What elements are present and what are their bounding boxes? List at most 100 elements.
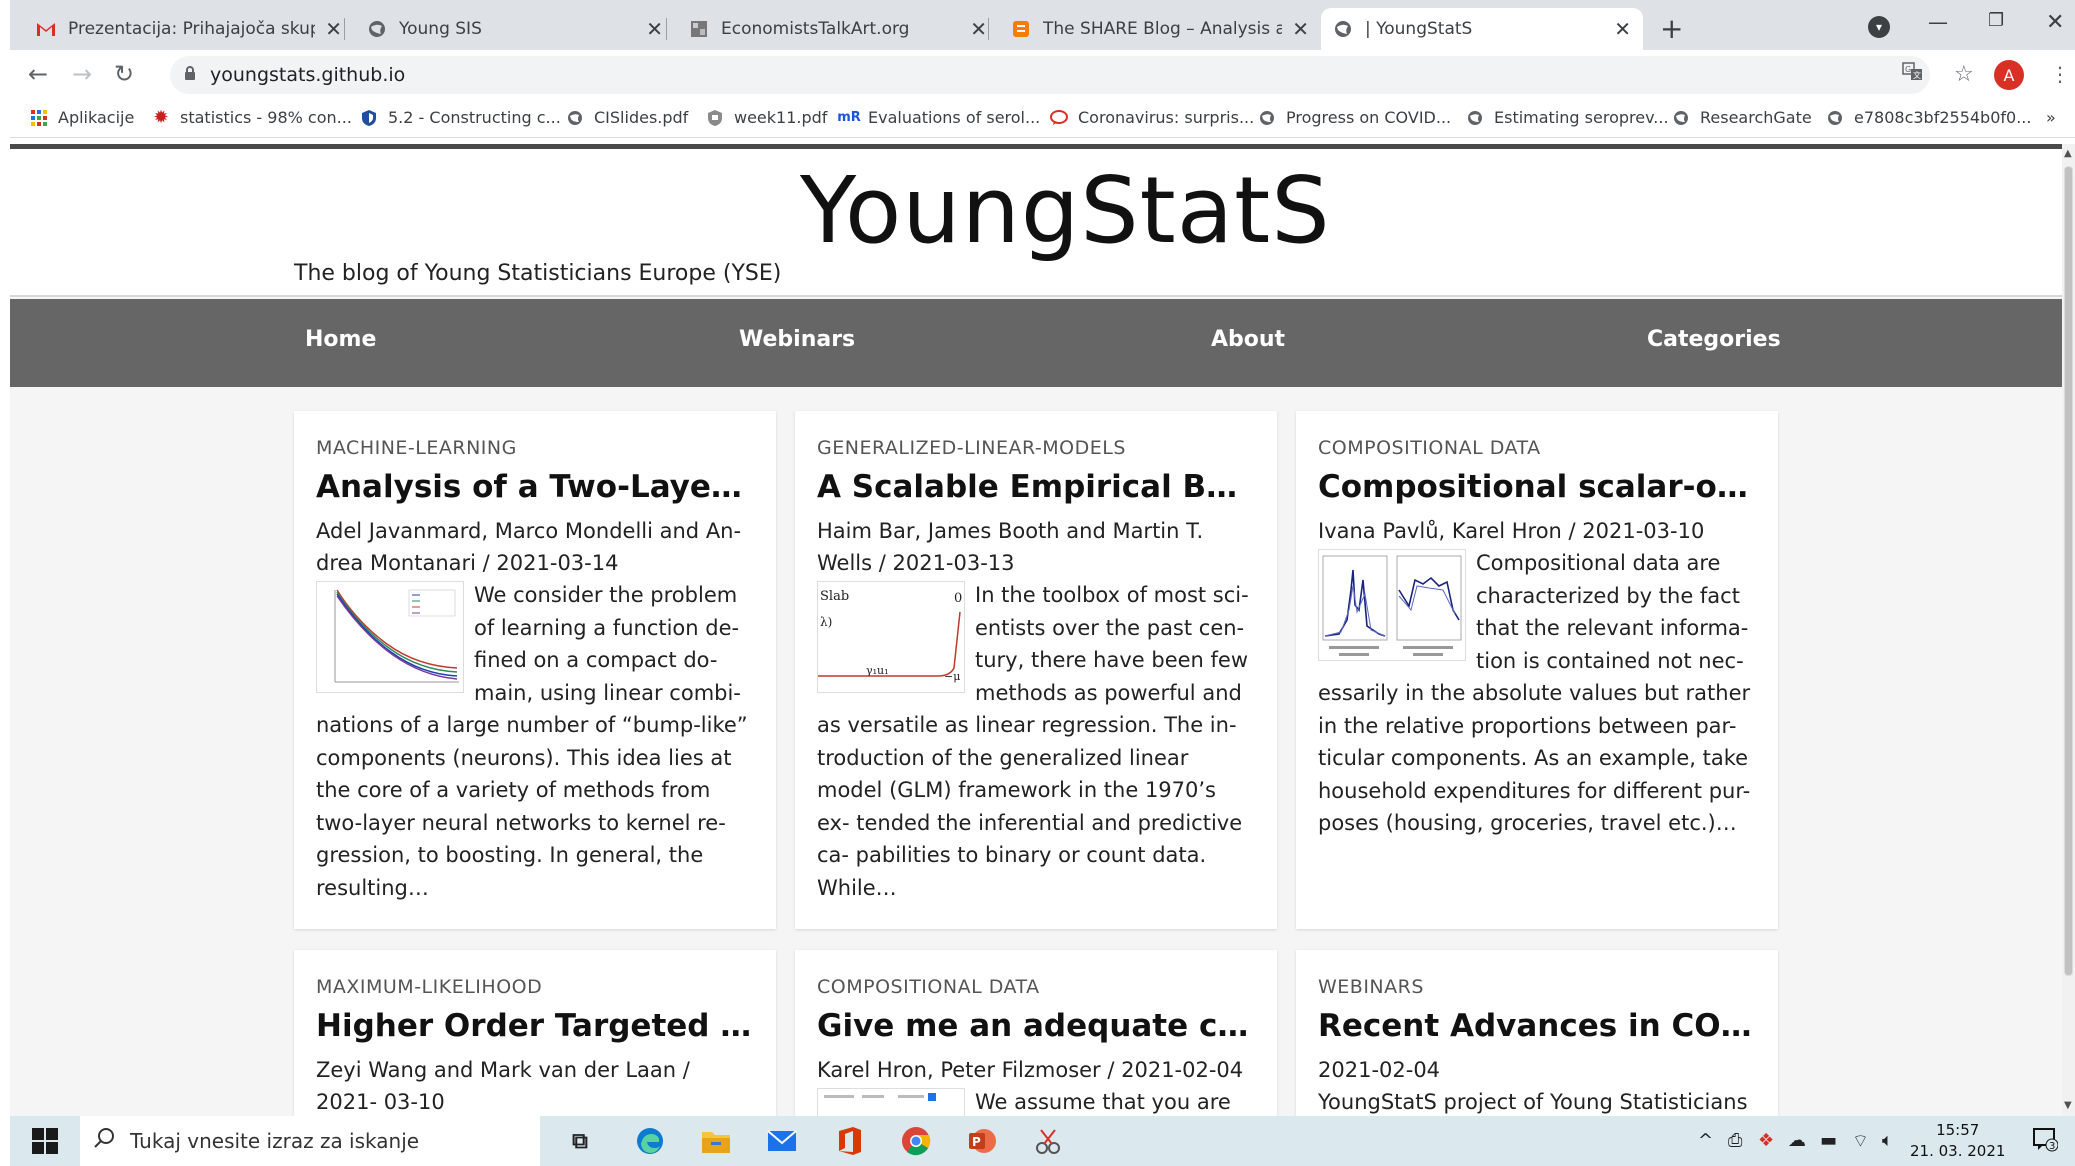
table-thumbnail[interactable]	[817, 1088, 965, 1116]
tab-divider	[344, 18, 345, 40]
taskbar-search[interactable]: Tukaj vnesite izraz za iskanje	[80, 1116, 540, 1166]
post-title[interactable]: Higher Order Targeted …	[316, 1008, 754, 1044]
bookmark-item[interactable]: week11.pdf	[706, 108, 827, 127]
edge-icon[interactable]	[634, 1125, 666, 1157]
task-view-icon[interactable]: ⧉	[564, 1125, 596, 1157]
battery-icon[interactable]: ▬	[1820, 1130, 1837, 1151]
tab-youngstats[interactable]: | YoungStatS ✕	[1321, 8, 1643, 50]
bookmarks-overflow-button[interactable]: »	[2046, 108, 2056, 127]
bookmark-label: 5.2 - Constructing c...	[388, 108, 561, 127]
address-bar[interactable]: youngstats.github.io	[170, 56, 1930, 94]
bookmark-item[interactable]: Estimating seroprev...	[1466, 108, 1669, 127]
translate-icon[interactable]: G文	[1902, 62, 1924, 87]
close-icon[interactable]: ✕	[1614, 17, 1631, 41]
bookmark-item[interactable]: e7808c3bf2554b0f0...	[1826, 108, 2031, 127]
menu-kebab-icon[interactable]: ⋮	[2050, 62, 2070, 86]
tray-expand-icon[interactable]: ^	[1698, 1130, 1713, 1151]
windows-start-icon[interactable]	[32, 1128, 58, 1154]
file-explorer-icon[interactable]	[700, 1125, 732, 1157]
mail-icon[interactable]	[766, 1125, 798, 1157]
close-icon[interactable]: ✕	[1292, 17, 1309, 41]
bookmark-item[interactable]: 5.2 - Constructing c...	[360, 108, 561, 127]
back-icon[interactable]: ←	[28, 60, 48, 88]
bookmark-label: statistics - 98% con...	[180, 108, 352, 127]
bookmark-item[interactable]: mR Evaluations of serol...	[837, 108, 1040, 127]
nav-home[interactable]: Home	[305, 327, 376, 352]
gmail-icon	[36, 19, 56, 39]
post-card[interactable]: MACHINE-LEARNING Analysis of a Two-Layer…	[294, 411, 776, 929]
tab-search-icon[interactable]: ▾	[1868, 16, 1890, 38]
post-category[interactable]: GENERALIZED-LINEAR-MODELS	[817, 437, 1255, 459]
bookmark-item[interactable]: Progress on COVID...	[1258, 108, 1451, 127]
nav-webinars[interactable]: Webinars	[739, 327, 855, 352]
dropbox-icon[interactable]: ❖	[1758, 1130, 1774, 1151]
nav-about[interactable]: About	[1211, 327, 1285, 352]
bookmark-item[interactable]: CISlides.pdf	[566, 108, 688, 127]
speech-bubble-icon	[1050, 109, 1068, 127]
bookmark-item[interactable]: ResearchGate	[1672, 108, 1812, 127]
scroll-up-icon[interactable]: ▲	[2064, 148, 2072, 159]
close-icon[interactable]: ✕	[646, 17, 663, 41]
lock-icon	[184, 65, 196, 85]
close-icon[interactable]: ✕	[325, 17, 342, 41]
new-tab-button[interactable]: +	[1660, 12, 1683, 45]
post-category[interactable]: MACHINE-LEARNING	[316, 437, 754, 459]
tab-young-sis[interactable]: Young SIS ✕	[355, 8, 675, 50]
post-category[interactable]: MAXIMUM-LIKELIHOOD	[316, 976, 754, 998]
wifi-icon[interactable]: ⌔	[1852, 1130, 1869, 1153]
bookmarks-bar: Aplikacije ✹ statistics - 98% con... 5.2…	[10, 100, 2075, 138]
tab-gmail[interactable]: Prezentacija: Prihajajoča skupščin ✕	[24, 8, 354, 50]
close-icon[interactable]: ✕	[970, 17, 987, 41]
profile-avatar[interactable]: A	[1994, 60, 2024, 90]
taskbar: Tukaj vnesite izraz za iskanje ⧉ P ^ ⎙ ❖…	[10, 1116, 2075, 1166]
post-card[interactable]: MAXIMUM-LIKELIHOOD Higher Order Targeted…	[294, 950, 776, 1116]
post-card[interactable]: COMPOSITIONAL DATA Compositional scalar-…	[1296, 411, 1778, 929]
bookmark-item[interactable]: Coronavirus: surpris...	[1050, 108, 1254, 127]
close-window-button[interactable]: ✕	[2046, 10, 2064, 35]
post-title[interactable]: Give me an adequate co…	[817, 1008, 1255, 1044]
post-title[interactable]: Compositional scalar-on…	[1318, 469, 1756, 505]
meet-now-icon[interactable]: ⎙	[1728, 1130, 1742, 1151]
notifications-icon[interactable]: 3	[2032, 1126, 2059, 1158]
taskbar-clock[interactable]: 15:57 21. 03. 2021	[1910, 1120, 2005, 1162]
powerpoint-icon[interactable]: P	[966, 1125, 998, 1157]
bookmark-star-icon[interactable]: ☆	[1954, 62, 1974, 87]
slab-diagram-thumbnail[interactable]: Slab 0 λ) γ₁u₁ −μ	[817, 581, 965, 693]
bookmark-apps[interactable]: Aplikacije	[30, 108, 134, 127]
tab-economists-talk-art[interactable]: EconomistsTalkArt.org ✕	[677, 8, 999, 50]
tab-title: EconomistsTalkArt.org	[721, 19, 910, 39]
svg-text:P: P	[972, 1135, 981, 1149]
post-title[interactable]: A Scalable Empirical Bay…	[817, 469, 1255, 505]
scrollbar-thumb[interactable]	[2064, 166, 2073, 976]
forward-icon[interactable]: →	[72, 60, 92, 88]
post-title[interactable]: Analysis of a Two-Layer…	[316, 469, 754, 505]
minimize-button[interactable]: —	[1928, 10, 1948, 34]
gear-red-icon: ✹	[153, 107, 169, 128]
post-title[interactable]: Recent Advances in CO…	[1318, 1008, 1756, 1044]
site-title[interactable]: YoungStatS	[800, 157, 1331, 264]
tab-share-blog[interactable]: The SHARE Blog – Analysis and c ✕	[999, 8, 1321, 50]
post-meta: Adel Javanmard, Marco Mondelli and An- d…	[316, 519, 742, 575]
post-category[interactable]: COMPOSITIONAL DATA	[817, 976, 1255, 998]
scroll-down-icon[interactable]: ▼	[2064, 1100, 2072, 1111]
page-scrollbar[interactable]: ▲ ▼	[2062, 144, 2075, 1116]
post-card[interactable]: COMPOSITIONAL DATA Give me an adequate c…	[795, 950, 1277, 1116]
office-icon[interactable]	[834, 1125, 866, 1157]
spectra-plot-thumbnail[interactable]	[1318, 549, 1466, 661]
restore-button[interactable]: ❐	[1988, 10, 2004, 31]
bookmark-label: e7808c3bf2554b0f0...	[1854, 108, 2032, 127]
snipping-tool-icon[interactable]	[1032, 1125, 1064, 1157]
nav-categories[interactable]: Categories	[1647, 327, 1781, 352]
post-meta: Haim Bar, James Booth and Martin T. Well…	[817, 519, 1204, 575]
post-card[interactable]: WEBINARS Recent Advances in CO… 2021-02-…	[1296, 950, 1778, 1116]
screen: Prezentacija: Prihajajoča skupščin ✕ You…	[0, 0, 2075, 1166]
post-category[interactable]: COMPOSITIONAL DATA	[1318, 437, 1756, 459]
post-card[interactable]: GENERALIZED-LINEAR-MODELS A Scalable Emp…	[795, 411, 1277, 929]
bookmark-item[interactable]: ✹ statistics - 98% con...	[152, 107, 352, 128]
volume-icon[interactable]: 🔈︎	[1882, 1130, 1893, 1151]
line-chart-thumbnail[interactable]	[316, 581, 464, 693]
post-category[interactable]: WEBINARS	[1318, 976, 1756, 998]
onedrive-icon[interactable]: ☁	[1788, 1130, 1806, 1151]
reload-icon[interactable]: ↻	[114, 60, 134, 88]
chrome-icon[interactable]	[900, 1125, 932, 1157]
